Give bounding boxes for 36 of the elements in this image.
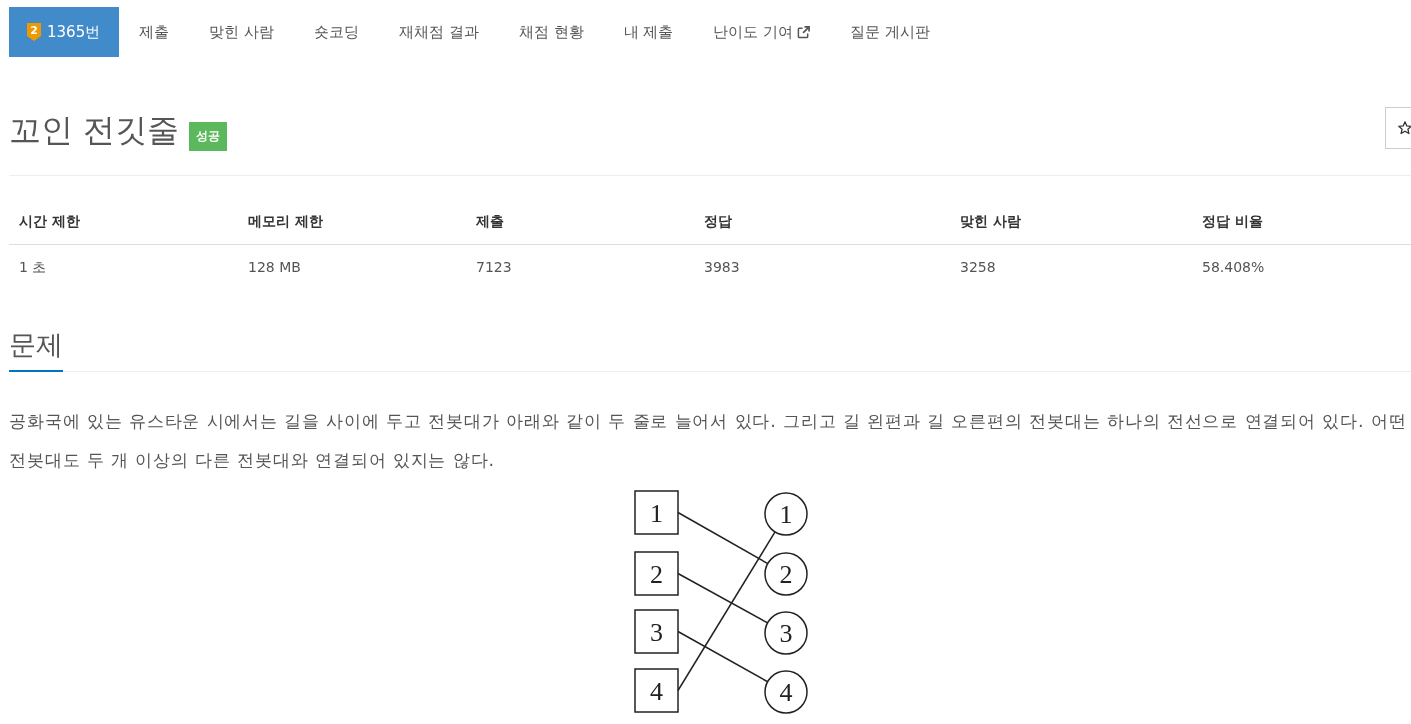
result-label: 성공 [189,121,228,151]
nav-tab[interactable]: 제출 [119,7,190,57]
column-header: 정답 비율 [1201,212,1264,231]
nav-tab[interactable]: 난이도 기여 [693,7,831,57]
column-header: 시간 제한 [18,212,81,231]
table-cell-text: 58.408% [1201,258,1266,277]
section-heading: 문제 [9,320,63,372]
tier-badge: 2 [27,23,41,41]
table-cell-text: 1 초 [18,258,48,277]
column-header: 메모리 제한 [247,212,324,231]
column-header: 제출 [475,212,505,231]
external-link-icon [797,25,811,39]
star-button[interactable] [1385,107,1411,149]
nav-tab[interactable]: 채점 현황 [498,7,604,57]
pole-circle: 2 [764,552,808,596]
column-header: 맞힌 사람 [959,212,1022,231]
table-cell-text: 128 MB [247,258,302,277]
problem-description: 공화국에 있는 유스타운 시에서는 길을 사이에 두고 전봇대가 아래와 같이 두 줄로 늘어서 있다. 그리고 길 왼편과 길 오른편의 전봇대는 하나의 전선으로 연결되어 있다. 어떤 전봇대도 두 개 이상의 다른 전봇대와 연결되어 있지는 않다. [9,410,1408,472]
pole-box: 2 [634,551,679,596]
nav-tab[interactable]: 내 제출 [603,7,694,57]
pole-circle: 4 [764,670,808,714]
pole-box: 1 [634,490,679,535]
table-cell-text: 3258 [959,258,997,277]
nav-tab[interactable]: 질문 게시판 [830,7,950,57]
pole-circle: 1 [764,492,808,536]
column-header: 정답 [703,212,733,231]
nav-tab[interactable]: 숏코딩 [293,7,379,57]
table-cell-text: 3983 [703,258,741,277]
pole-box: 4 [634,668,679,713]
problem-title: 꼬인 전깃줄 [9,110,180,151]
pole-box: 3 [634,609,679,654]
nav-tab[interactable]: 재채점 결과 [378,7,499,57]
table-cell-text: 7123 [475,258,513,277]
pole-circle: 3 [764,611,808,655]
nav-tab[interactable]: 2 1365번 [9,7,120,57]
nav-tab[interactable]: 맞힌 사람 [189,7,294,57]
